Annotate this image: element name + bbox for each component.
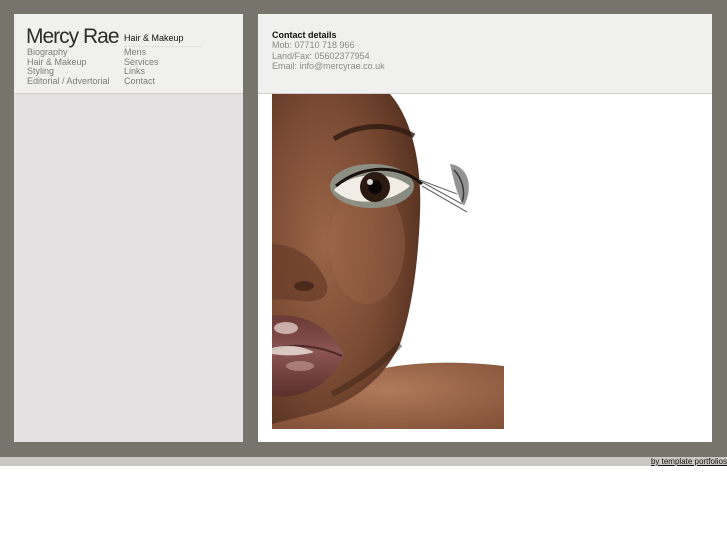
content-panel: Contact details Mob: 07710 718 966 Land/… [258,14,712,442]
contact-landfax: Land/Fax: 05602377954 [272,50,370,61]
nav-item-editorial[interactable]: Editorial / Advertorial [27,76,110,87]
contact-mobile: Mob: 07710 718 966 [272,40,355,50]
subnav-item-contact[interactable]: Contact [124,76,159,87]
contact-details: Mob: 07710 718 966 Land/Fax: 05602377954… [272,40,385,72]
contact-header: Contact details Mob: 07710 718 966 Land/… [258,14,712,94]
footer-bar: by template portfolios [0,457,727,466]
contact-email[interactable]: Email: info@mercyrae.co.uk [272,61,385,72]
sub-nav: Mens Services Links Contact [124,47,159,87]
page-frame: Mercy Rae Hair & Makeup Biography Hair &… [0,0,727,457]
portrait-illustration [272,94,504,429]
site-logo[interactable]: Mercy Rae [26,25,120,49]
navigation-header: Mercy Rae Hair & Makeup Biography Hair &… [14,14,243,94]
contact-title: Contact details [272,30,337,40]
main-nav: Biography Hair & Makeup Styling Editoria… [27,47,110,87]
portrait-photo [272,94,504,429]
navigation-panel: Mercy Rae Hair & Makeup Biography Hair &… [14,14,243,442]
template-credit-link[interactable]: by template portfolios [651,457,727,466]
current-section-title: Hair & Makeup [124,33,201,47]
